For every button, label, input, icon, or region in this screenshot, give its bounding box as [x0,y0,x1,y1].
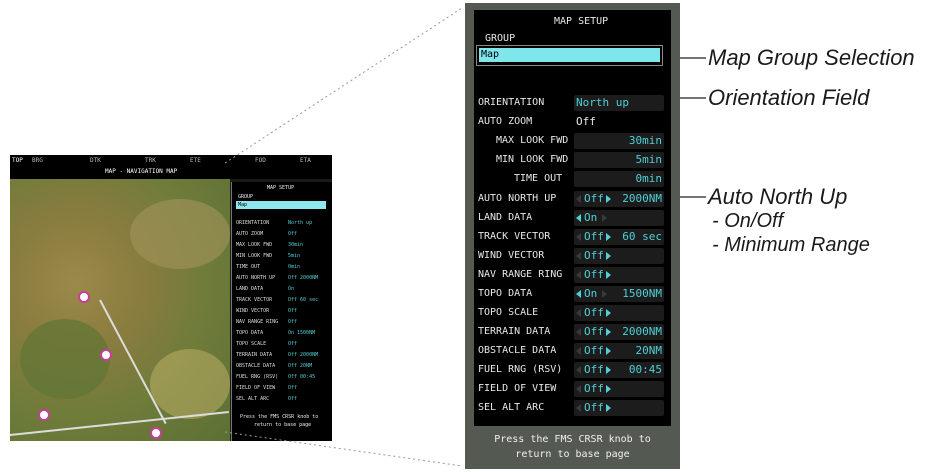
time-out-label: TIME OUT [514,173,563,184]
group-select[interactable]: Map [479,48,660,62]
fuel-rng-range[interactable]: 00:45 [629,363,662,376]
group-label: GROUP [485,33,516,44]
field-of-view-toggle[interactable]: Off [584,382,604,395]
obstacle-data-toggle[interactable]: Off [584,344,604,357]
arrow-right-icon [606,252,611,260]
track-vector-toggle[interactable]: Off [584,230,604,243]
topo-scale-toggle[interactable]: Off [584,306,604,319]
obstacle-data-label: OBSTACLE DATA [478,345,557,356]
panel-title: MAP SETUP [554,16,609,27]
max-look-fwd-value: 30min [628,134,662,147]
arrow-left-icon [576,366,581,374]
orientation-label: ORIENTATION [478,97,545,108]
map-setup-window: MAP SETUP GROUP Map ORIENTATION North up… [465,3,680,469]
arrow-left-icon [576,233,581,241]
terrain-data-field[interactable]: Off 2000NM [574,324,664,340]
auto-zoom-field[interactable]: Off [574,114,664,130]
wind-vector-label: WIND VECTOR [478,250,545,261]
orientation-value: North up [576,96,629,109]
time-out-value: 0min [635,172,663,185]
max-look-fwd-field[interactable]: 30min [574,133,664,149]
arrow-right-icon [606,309,611,317]
auto-north-up-range[interactable]: 2000NM [622,192,662,205]
nav-range-ring-toggle[interactable]: Off [584,268,604,281]
land-data-toggle[interactable]: On [584,211,597,224]
nav-range-ring-label: NAV RANGE RING [478,269,563,280]
sel-alt-arc-field[interactable]: Off [574,400,664,416]
arrow-left-icon [576,271,581,279]
arrow-left-icon [576,309,581,317]
arrow-right-icon [606,195,611,203]
callout-on-off: - On/Off [712,210,784,232]
arrow-left-icon [576,214,581,222]
arrow-right-icon [606,347,611,355]
track-vector-field[interactable]: Off 60 sec [574,229,664,245]
obstacle-data-range[interactable]: 20NM [636,344,663,357]
arrow-right-icon [602,290,607,298]
track-vector-label: TRACK VECTOR [478,231,551,242]
track-vector-range[interactable]: 60 sec [622,230,662,243]
min-look-fwd-field[interactable]: 5min [574,152,664,168]
fuel-rng-field[interactable]: Off 00:45 [574,362,664,378]
land-data-field[interactable]: On [574,210,664,226]
sel-alt-arc-toggle[interactable]: Off [584,401,604,414]
callout-map-group-selection: Map Group Selection [708,45,915,70]
nav-range-ring-field[interactable]: Off [574,267,664,283]
arrow-left-icon [576,328,581,336]
terrain-data-label: TERRAIN DATA [478,326,551,337]
arrow-right-icon [606,233,611,241]
callout-auto-north-up: Auto North Up [708,184,848,209]
callout-minimum-range: - Minimum Range [712,234,870,256]
topo-data-field[interactable]: On 1500NM [574,286,664,302]
arrow-left-icon [576,385,581,393]
group-select-value: Map [481,49,500,60]
auto-zoom-value: Off [576,115,596,128]
group-field-frame: Map [476,45,663,66]
auto-north-up-toggle[interactable]: Off [584,192,604,205]
auto-north-up-label: AUTO NORTH UP [478,193,557,204]
wind-vector-toggle[interactable]: Off [584,249,604,262]
field-of-view-field[interactable]: Off [574,381,664,397]
auto-north-up-field[interactable]: Off 2000NM [574,191,664,207]
arrow-left-icon [576,195,581,203]
min-look-fwd-value: 5min [635,153,663,166]
topo-scale-label: TOPO SCALE [478,307,539,318]
terrain-data-range[interactable]: 2000NM [622,325,662,338]
map-setup-content: MAP SETUP GROUP Map ORIENTATION North up… [474,10,671,426]
fuel-rng-label: FUEL RNG (RSV) [478,364,563,375]
arrow-left-icon [576,347,581,355]
wind-vector-field[interactable]: Off [574,248,664,264]
orientation-field[interactable]: North up [574,95,664,111]
topo-scale-field[interactable]: Off [574,305,664,321]
topo-data-range[interactable]: 1500NM [622,287,662,300]
arrow-right-icon [606,404,611,412]
arrow-right-icon [602,214,607,222]
arrow-right-icon [606,385,611,393]
arrow-left-icon [576,404,581,412]
time-out-field[interactable]: 0min [574,171,664,187]
zoom-connector-top [224,7,463,164]
arrow-right-icon [606,271,611,279]
fuel-rng-toggle[interactable]: Off [584,363,604,376]
topo-data-label: TOPO DATA [478,288,533,299]
land-data-label: LAND DATA [478,212,533,223]
zoom-connector-bottom [224,431,463,467]
max-look-fwd-label: MAX LOOK FWD [496,135,569,146]
topo-data-toggle[interactable]: On [584,287,597,300]
callout-orientation-field: Orientation Field [708,85,870,110]
footer-instruction-line1: Press the FMS CRSR knob to [494,434,651,445]
arrow-right-icon [606,328,611,336]
obstacle-data-field[interactable]: Off 20NM [574,343,664,359]
auto-zoom-label: AUTO ZOOM [478,116,533,127]
sel-alt-arc-label: SEL ALT ARC [478,402,545,413]
arrow-left-icon [576,252,581,260]
field-of-view-label: FIELD OF VIEW [478,383,557,394]
footer-instruction-line2: return to base page [515,449,630,460]
arrow-right-icon [606,366,611,374]
terrain-data-toggle[interactable]: Off [584,325,604,338]
min-look-fwd-label: MIN LOOK FWD [496,154,569,165]
arrow-left-icon [576,290,581,298]
